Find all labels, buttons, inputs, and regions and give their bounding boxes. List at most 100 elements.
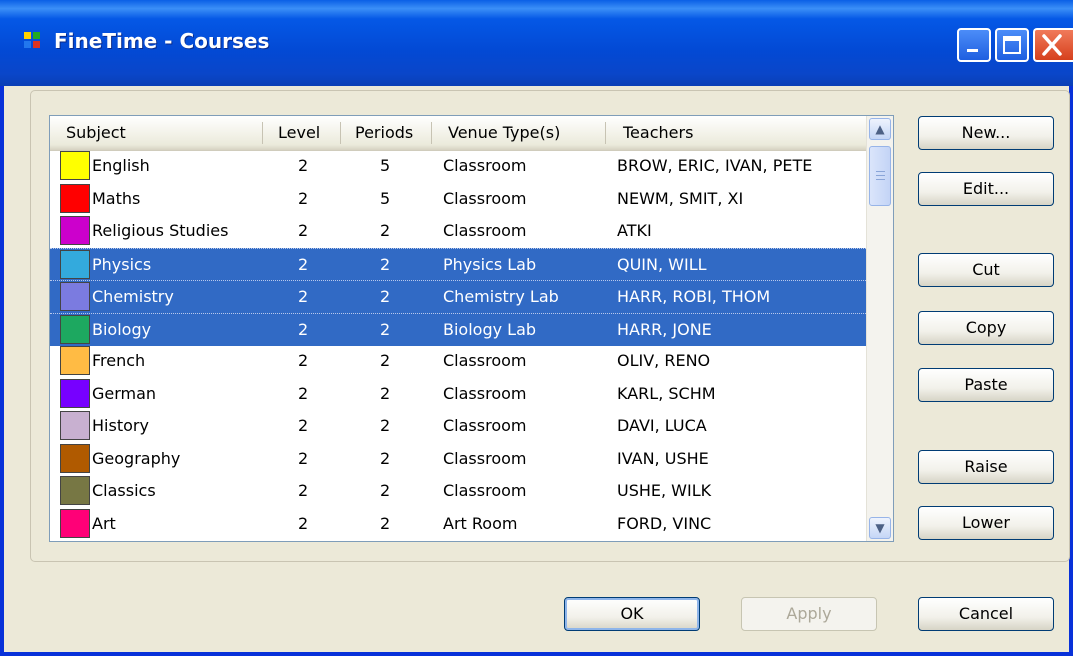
cell-subject: Maths xyxy=(92,188,141,208)
raise-button[interactable]: Raise xyxy=(918,450,1054,484)
cell-subject: Biology xyxy=(92,319,152,339)
cell-teachers: BROW, ERIC, IVAN, PETE xyxy=(617,156,813,175)
cell-level: 2 xyxy=(298,383,309,403)
grip-line xyxy=(876,175,885,176)
minimize-button[interactable] xyxy=(957,28,991,62)
table-row[interactable]: Classics 2 2 Classroom USHE, WILK xyxy=(50,475,866,507)
cell-subject: Physics xyxy=(92,254,152,274)
cell-level: 2 xyxy=(298,416,309,435)
table-row[interactable]: Physics 2 2 Physics Lab QUIN, WILL xyxy=(50,247,866,281)
cell-teachers: HARR, ROBI, THOM xyxy=(617,287,771,306)
table-row[interactable]: French 2 2 Classroom OLIV, RENO xyxy=(50,345,866,377)
column-divider[interactable] xyxy=(605,122,606,144)
course-color-swatch xyxy=(60,151,90,180)
cell-venue: Physics Lab xyxy=(443,254,537,274)
column-header-venue-types[interactable]: Venue Type(s) xyxy=(448,116,606,150)
table-row[interactable]: Chemistry 2 2 Chemistry Lab HARR, ROBI, THOM xyxy=(50,280,866,313)
cell-venue: Classroom xyxy=(443,448,527,468)
cell-venue: Classroom xyxy=(443,383,527,403)
cell-level: 2 xyxy=(298,319,309,339)
cell-teachers: IVAN, USHE xyxy=(617,448,709,468)
cell-venue: Classroom xyxy=(443,351,527,370)
cancel-button[interactable]: Cancel xyxy=(918,597,1054,631)
table-row[interactable]: German 2 2 Classroom KARL, SCHM xyxy=(50,378,866,410)
scroll-up-button[interactable]: ▲ xyxy=(869,118,891,140)
list-header: Subject Level Periods Venue Type(s) Teac… xyxy=(50,116,866,151)
column-header-level[interactable]: Level xyxy=(278,116,342,150)
cell-venue: Chemistry Lab xyxy=(443,287,559,306)
course-color-swatch xyxy=(60,443,90,473)
cell-periods: 2 xyxy=(380,254,391,274)
cell-subject: Religious Studies xyxy=(92,221,229,240)
cell-venue: Art Room xyxy=(443,513,518,533)
cell-teachers: USHE, WILK xyxy=(617,481,712,500)
scroll-down-button[interactable]: ▼ xyxy=(869,517,891,539)
cell-teachers: QUIN, WILL xyxy=(617,254,707,274)
lower-button[interactable]: Lower xyxy=(918,506,1054,540)
cell-teachers: OLIV, RENO xyxy=(617,351,711,370)
cell-teachers: KARL, SCHM xyxy=(617,383,716,403)
minimize-icon xyxy=(967,49,978,52)
new-button[interactable]: New... xyxy=(918,116,1054,150)
cell-subject: Chemistry xyxy=(92,287,174,306)
table-row[interactable]: Geography 2 2 Classroom IVAN, USHE xyxy=(50,443,866,475)
cell-periods: 2 xyxy=(380,351,391,370)
table-row[interactable]: Biology 2 2 Biology Lab HARR, JONE xyxy=(50,312,866,346)
cell-venue: Classroom xyxy=(443,481,527,500)
cell-level: 2 xyxy=(298,287,309,306)
table-row[interactable]: History 2 2 Classroom DAVI, LUCA xyxy=(50,410,866,442)
table-row[interactable]: English 2 5 Classroom BROW, ERIC, IVAN, PETE xyxy=(50,150,866,182)
cell-level: 2 xyxy=(298,188,309,208)
cell-venue: Biology Lab xyxy=(443,319,537,339)
cell-venue: Classroom xyxy=(443,416,527,435)
edit-button[interactable]: Edit... xyxy=(918,172,1054,206)
course-list[interactable]: Subject Level Periods Venue Type(s) Teac… xyxy=(49,115,894,542)
course-color-swatch xyxy=(60,378,90,408)
cell-periods: 2 xyxy=(380,448,391,468)
cell-subject: Classics xyxy=(92,481,156,500)
grip-line xyxy=(876,179,885,180)
maximize-button[interactable] xyxy=(995,28,1029,62)
column-header-subject[interactable]: Subject xyxy=(66,116,262,150)
table-row[interactable]: Religious Studies 2 2 Classroom ATKI xyxy=(50,215,866,247)
cell-periods: 5 xyxy=(380,188,391,208)
cell-periods: 2 xyxy=(380,416,391,435)
cell-venue: Classroom xyxy=(443,188,527,208)
paste-button[interactable]: Paste xyxy=(918,368,1054,402)
scroll-thumb[interactable] xyxy=(869,146,891,206)
column-divider[interactable] xyxy=(431,122,432,144)
copy-button[interactable]: Copy xyxy=(918,311,1054,345)
vertical-scrollbar[interactable]: ▲ ▼ xyxy=(866,116,893,541)
cell-teachers: NEWM, SMIT, XI xyxy=(617,188,744,208)
course-color-swatch xyxy=(60,476,90,505)
scroll-down-arrow-icon: ▼ xyxy=(875,521,885,535)
cell-venue: Classroom xyxy=(443,156,527,175)
cut-button[interactable]: Cut xyxy=(918,253,1054,287)
table-row[interactable]: Art 2 2 Art Room FORD, VINC xyxy=(50,508,866,540)
cell-subject: Art xyxy=(92,513,116,533)
cell-periods: 2 xyxy=(380,221,391,240)
course-color-swatch xyxy=(60,282,90,311)
cell-level: 2 xyxy=(298,156,309,175)
column-header-periods[interactable]: Periods xyxy=(355,116,431,150)
table-row[interactable] xyxy=(50,540,866,541)
cell-periods: 2 xyxy=(380,287,391,306)
apply-button[interactable]: Apply xyxy=(741,597,877,631)
ok-button[interactable]: OK xyxy=(564,597,700,631)
column-divider[interactable] xyxy=(340,122,341,144)
course-color-swatch xyxy=(60,346,90,375)
title-bar[interactable]: FineTime - Courses xyxy=(0,0,1073,86)
column-header-teachers[interactable]: Teachers xyxy=(623,116,863,150)
course-color-swatch xyxy=(60,508,90,538)
column-divider[interactable] xyxy=(262,122,263,144)
cell-level: 2 xyxy=(298,351,309,370)
cell-periods: 2 xyxy=(380,481,391,500)
cell-teachers: FORD, VINC xyxy=(617,513,712,533)
table-row[interactable]: Maths 2 5 Classroom NEWM, SMIT, XI xyxy=(50,183,866,215)
finetime-app-icon xyxy=(24,32,42,50)
courses-dialog: FineTime - Courses Subject Level Periods… xyxy=(0,0,1073,656)
cell-teachers: DAVI, LUCA xyxy=(617,416,707,435)
cell-level: 2 xyxy=(298,481,309,500)
close-button[interactable] xyxy=(1033,28,1073,62)
grip-line xyxy=(876,171,885,172)
